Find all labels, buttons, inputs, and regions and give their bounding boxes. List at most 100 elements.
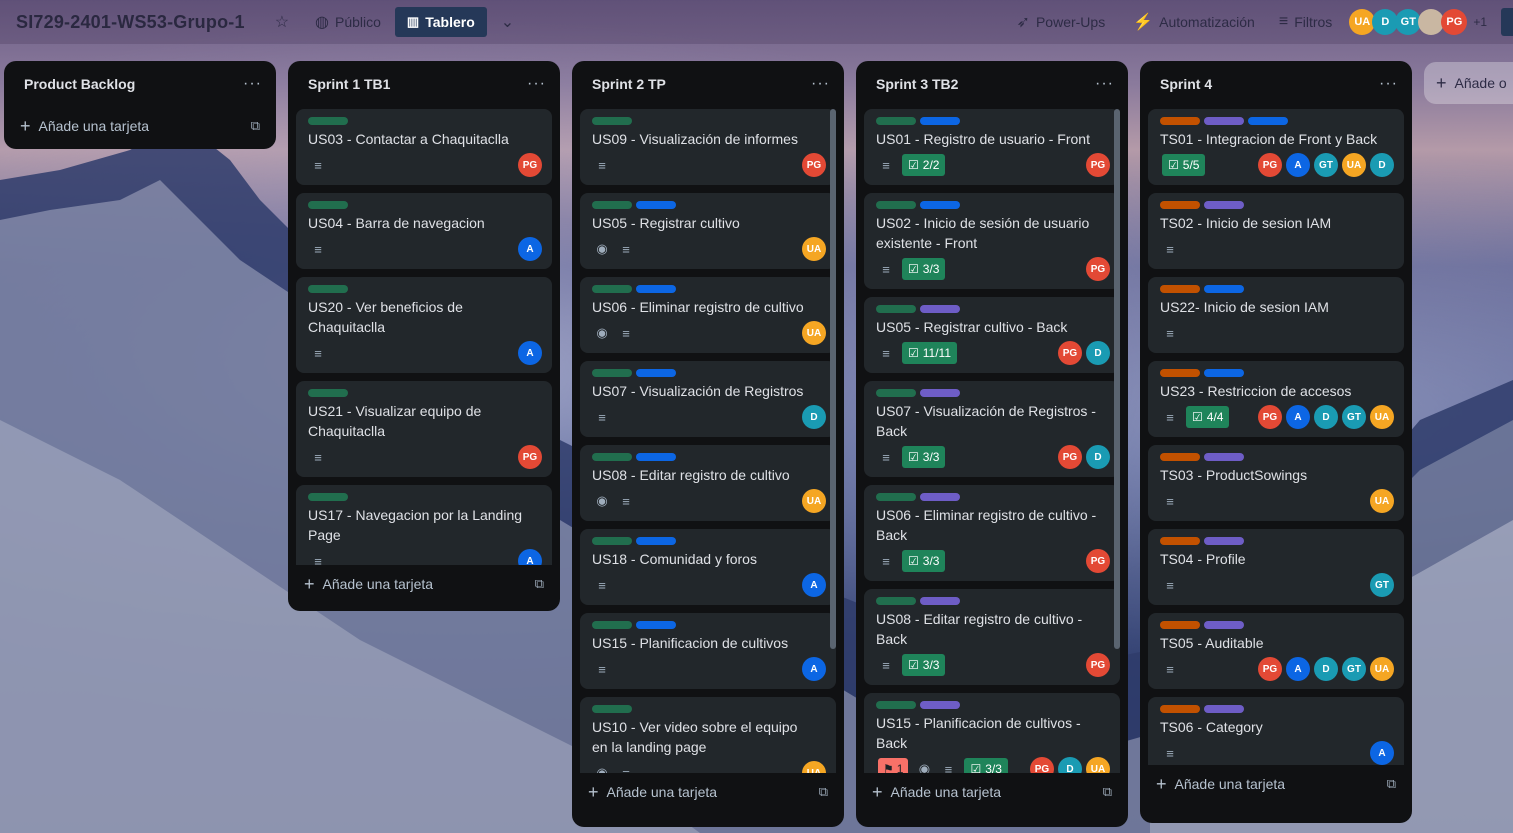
card[interactable]: TS03 - ProductSowings ≡ UA [1148,445,1404,521]
member-avatar[interactable]: PG [1258,657,1282,681]
label-purple[interactable] [1204,537,1244,545]
view-switcher-button[interactable]: ⌄ [493,7,522,37]
member-avatar[interactable]: A [1286,657,1310,681]
member-avatar[interactable]: PG [1258,153,1282,177]
member-avatar[interactable]: PG [1058,341,1082,365]
label-green[interactable] [592,621,632,629]
member-avatar[interactable]: PG [518,153,542,177]
card[interactable]: TS02 - Inicio de sesion IAM ≡ [1148,193,1404,269]
card[interactable]: US17 - Navegacion por la Landing Page ≡ A [296,485,552,565]
member-avatar[interactable]: PG [1086,153,1110,177]
card[interactable]: US03 - Contactar a Chaquitaclla ≡ PG [296,109,552,185]
label-blue[interactable] [920,117,960,125]
member-avatar[interactable]: UA [1370,489,1394,513]
more-options-icon[interactable]: ··· [1095,75,1114,93]
label-orange[interactable] [1160,369,1200,377]
label-green[interactable] [592,453,632,461]
member-avatar[interactable]: PG [1086,257,1110,281]
checklist-badge[interactable]: ☑ 3/3 [902,258,946,280]
member-avatar[interactable]: A [802,573,826,597]
member-avatar[interactable]: D [1058,757,1082,773]
label-purple[interactable] [1204,201,1244,209]
label-blue[interactable] [1248,117,1288,125]
label-green[interactable] [876,389,916,397]
label-purple[interactable] [1204,117,1244,125]
label-green[interactable] [876,117,916,125]
card[interactable]: TS05 - Auditable ≡ PG A D GT UA [1148,613,1404,689]
label-green[interactable] [592,705,632,713]
label-purple[interactable] [1204,705,1244,713]
member-avatar[interactable]: UA [802,237,826,261]
card[interactable]: US01 - Registro de usuario - Front ≡ ☑ 2/2 P… [864,109,1120,185]
label-green[interactable] [876,701,916,709]
card[interactable]: US07 - Visualización de Registros - Back… [864,381,1120,477]
checklist-badge[interactable]: ☑ 3/3 [902,654,946,676]
list-scrollbar[interactable] [830,109,836,649]
member-avatar[interactable]: PG [1086,653,1110,677]
checklist-badge[interactable]: ☑ 5/5 [1162,154,1206,176]
label-blue[interactable] [1204,285,1244,293]
member-avatar[interactable]: D [1086,445,1110,469]
template-icon[interactable]: ⧉ [251,118,260,134]
member-avatar[interactable]: UA [802,761,826,773]
label-green[interactable] [592,369,632,377]
label-green[interactable] [592,537,632,545]
member-avatar[interactable]: A [518,549,542,565]
label-blue[interactable] [636,453,676,461]
label-green[interactable] [308,285,348,293]
visibility-button[interactable]: ◍ Público [307,7,389,37]
list-title[interactable]: Sprint 2 TP [592,76,666,92]
due-date-badge[interactable]: ⚑ 1 [878,758,909,773]
label-blue[interactable] [636,537,676,545]
label-green[interactable] [876,597,916,605]
card[interactable]: US20 - Ver beneficios de Chaquitaclla ≡ A [296,277,552,373]
member-avatar[interactable]: A [518,237,542,261]
more-options-icon[interactable]: ··· [1379,75,1398,93]
add-card-button[interactable]: + Añade una tarjeta ⧉ [4,107,276,149]
card[interactable]: US05 - Registrar cultivo ◉ ≡ UA [580,193,836,269]
list-title[interactable]: Sprint 4 [1160,76,1212,92]
member-avatar[interactable]: A [518,341,542,365]
card[interactable]: TS04 - Profile ≡ GT [1148,529,1404,605]
more-options-icon[interactable]: ··· [527,75,546,93]
label-green[interactable] [592,285,632,293]
label-green[interactable] [308,493,348,501]
card[interactable]: US08 - Editar registro de cultivo ◉ ≡ UA [580,445,836,521]
member-avatar[interactable]: GT [1342,405,1366,429]
card[interactable]: US23 - Restriccion de accesos ≡ ☑ 4/4 PG A D GT… [1148,361,1404,437]
label-orange[interactable] [1160,285,1200,293]
more-options-icon[interactable]: ··· [811,75,830,93]
member-avatar[interactable]: PG [802,153,826,177]
card[interactable]: US02 - Inicio de sesión de usuario exist… [864,193,1120,289]
template-icon[interactable]: ⧉ [535,576,544,592]
label-purple[interactable] [920,701,960,709]
label-green[interactable] [876,201,916,209]
add-card-button[interactable]: + Añade una tarjeta ⧉ [572,773,844,815]
card[interactable]: US06 - Eliminar registro de cultivo - Ba… [864,485,1120,581]
powerups-button[interactable]: ➶ Power-Ups [1009,7,1114,37]
label-green[interactable] [876,305,916,313]
label-orange[interactable] [1160,453,1200,461]
board-view-button[interactable]: ▥ Tablero [394,7,487,37]
list-title[interactable]: Sprint 1 TB1 [308,76,390,92]
label-blue[interactable] [1204,369,1244,377]
member-avatar[interactable]: UA [802,321,826,345]
member-avatar[interactable]: D [1314,405,1338,429]
member-avatar[interactable]: GT [1314,153,1338,177]
member-avatar[interactable]: D [1086,341,1110,365]
card[interactable]: US15 - Planificacion de cultivos ≡ A [580,613,836,689]
automation-button[interactable]: ⚡ Automatización [1125,7,1263,37]
label-green[interactable] [308,389,348,397]
member-avatar[interactable]: PG [1441,9,1468,35]
member-avatar[interactable]: UA [1370,405,1394,429]
template-icon[interactable]: ⧉ [1103,784,1112,800]
label-orange[interactable] [1160,621,1200,629]
member-avatar[interactable]: A [1286,405,1310,429]
label-orange[interactable] [1160,537,1200,545]
label-green[interactable] [308,117,348,125]
add-card-button[interactable]: + Añade una tarjeta ⧉ [1140,765,1412,807]
member-avatar[interactable]: UA [1370,657,1394,681]
add-card-button[interactable]: + Añade una tarjeta ⧉ [856,773,1128,815]
label-orange[interactable] [1160,201,1200,209]
label-purple[interactable] [1204,453,1244,461]
